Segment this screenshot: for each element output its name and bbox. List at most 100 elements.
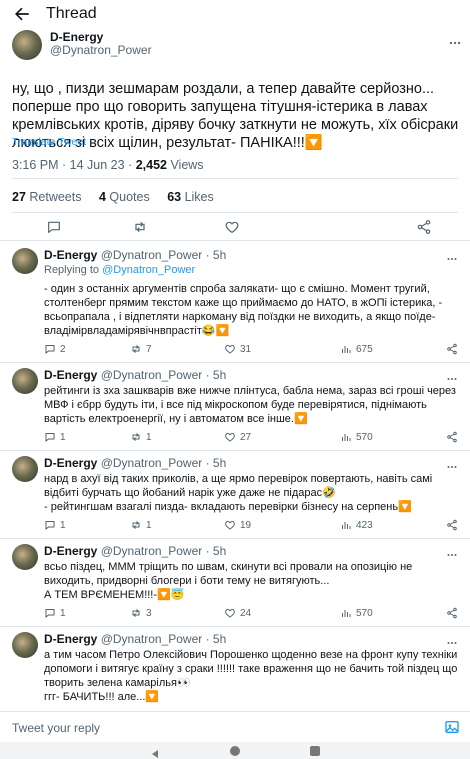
share-button[interactable]: [446, 430, 458, 444]
divider: [12, 178, 458, 179]
divider: [0, 538, 470, 539]
reply-action-bar: 1 1 19 423: [44, 518, 458, 532]
avatar[interactable]: [12, 30, 42, 60]
retweet-icon: [132, 521, 140, 529]
author-name[interactable]: D-Energy: [44, 248, 97, 262]
divider: [0, 240, 470, 241]
reply-icon: [45, 521, 55, 531]
tweet-time: 3:16 PM · 14 Jun 23 ·: [12, 158, 136, 172]
avatar[interactable]: [12, 632, 38, 658]
more-options-icon[interactable]: [446, 372, 458, 384]
author-handle[interactable]: @Dynatron_Power · 5h: [101, 368, 227, 382]
nav-home-icon[interactable]: [230, 746, 240, 756]
like-button[interactable]: 31: [224, 342, 251, 356]
retweet-button[interactable]: 3: [130, 606, 152, 620]
reply-action-bar: 1 3 24 570: [44, 606, 458, 620]
nav-recents-icon[interactable]: [310, 746, 320, 756]
share-button[interactable]: [446, 342, 458, 356]
views-count: 2,452: [135, 158, 167, 172]
retweet-button[interactable]: 1: [130, 518, 152, 532]
more-options-icon[interactable]: [446, 548, 458, 560]
views-label: Views: [166, 158, 204, 172]
reply-icon: [45, 433, 55, 443]
page-title: Thread: [46, 5, 97, 22]
views-button[interactable]: 570: [340, 606, 373, 620]
main-tweet-header: D-Energy @Dynatron_Power: [12, 30, 462, 62]
retweet-icon[interactable]: [132, 219, 148, 235]
top-bar: Thread: [0, 0, 470, 28]
author-name[interactable]: D-Energy: [50, 30, 103, 44]
retweet-button[interactable]: 7: [130, 342, 152, 356]
share-icon[interactable]: [416, 219, 432, 235]
views-button[interactable]: 675: [340, 342, 373, 356]
reply-icon[interactable]: [46, 219, 62, 235]
reply-input-placeholder[interactable]: Tweet your reply: [12, 721, 100, 735]
quotes-stat[interactable]: 4 Quotes: [99, 190, 150, 204]
reply-button[interactable]: 2: [44, 342, 66, 356]
system-navigation-bar: [0, 742, 470, 759]
back-arrow-icon[interactable]: [12, 4, 32, 24]
author-name[interactable]: D-Energy: [44, 456, 97, 470]
like-icon: [225, 520, 235, 530]
reply-icon: [45, 345, 55, 355]
reply-header: D-Energy @Dynatron_Power · 5h: [44, 632, 226, 646]
more-options-icon[interactable]: [448, 36, 462, 50]
like-button[interactable]: 19: [224, 518, 251, 532]
more-options-icon[interactable]: [446, 636, 458, 648]
more-options-icon[interactable]: [446, 252, 458, 264]
author-handle[interactable]: @Dynatron_Power · 5h: [101, 544, 227, 558]
author-handle[interactable]: @Dynatron_Power · 5h: [101, 248, 227, 262]
more-options-icon[interactable]: [446, 460, 458, 472]
reply-button[interactable]: 1: [44, 518, 66, 532]
quotes-count: 4: [98, 190, 106, 204]
tweet-stats: 27 Retweets 4 Quotes 63 Likes: [12, 190, 228, 204]
divider: [0, 362, 470, 363]
reply-button[interactable]: 1: [44, 430, 66, 444]
retweet-count: 7: [146, 343, 152, 355]
likes-count: 63: [167, 190, 182, 204]
reply-button[interactable]: 1: [44, 606, 66, 620]
divider: [12, 212, 458, 213]
reply-action-bar: 1 1 27 570: [44, 430, 458, 444]
reply-composer[interactable]: Tweet your reply: [0, 712, 470, 742]
views-icon: [342, 610, 351, 617]
reply-count: 2: [60, 343, 66, 355]
like-count: 27: [240, 431, 252, 443]
avatar[interactable]: [12, 248, 38, 274]
views-button[interactable]: 570: [340, 430, 373, 444]
author-name[interactable]: D-Energy: [44, 632, 97, 646]
image-icon[interactable]: [444, 719, 460, 735]
like-icon: [225, 344, 235, 354]
likes-label: Likes: [181, 190, 214, 204]
nav-back-icon[interactable]: [150, 746, 160, 758]
author-handle[interactable]: @Dynatron_Power · 5h: [101, 632, 227, 646]
like-button[interactable]: 27: [224, 430, 251, 444]
translate-tweet-link[interactable]: Translate Tweet: [12, 136, 86, 148]
avatar[interactable]: [12, 544, 38, 570]
views-icon: [342, 346, 351, 353]
reply-text: всьо піздец, МММ тріщить по швам, скинут…: [44, 561, 413, 601]
avatar[interactable]: [12, 368, 38, 394]
retweet-button[interactable]: 1: [130, 430, 152, 444]
author-name[interactable]: D-Energy: [44, 544, 97, 558]
share-button[interactable]: [446, 606, 458, 620]
retweet-count: 3: [146, 607, 152, 619]
author-name[interactable]: D-Energy: [44, 368, 97, 382]
likes-stat[interactable]: 63 Likes: [167, 190, 214, 204]
reply-icon: [45, 609, 55, 619]
share-button[interactable]: [446, 518, 458, 532]
avatar[interactable]: [12, 456, 38, 482]
author-handle[interactable]: @Dynatron_Power: [50, 43, 152, 57]
reply-text: нард в ахуї від таких приколів, а ще ярм…: [44, 473, 433, 513]
replying-to: Replying to @Dynatron_Power: [44, 264, 195, 276]
like-button[interactable]: 24: [224, 606, 251, 620]
author-handle[interactable]: @Dynatron_Power · 5h: [101, 456, 227, 470]
replying-to-link[interactable]: @Dynatron_Power: [102, 264, 195, 276]
views-icon: [342, 434, 351, 441]
share-icon: [447, 431, 457, 443]
retweets-stat[interactable]: 27 Retweets: [12, 190, 82, 204]
retweet-icon: [132, 609, 140, 617]
views-button[interactable]: 423: [340, 518, 373, 532]
like-icon[interactable]: [224, 219, 240, 235]
reply-header: D-Energy @Dynatron_Power · 5h: [44, 368, 226, 382]
